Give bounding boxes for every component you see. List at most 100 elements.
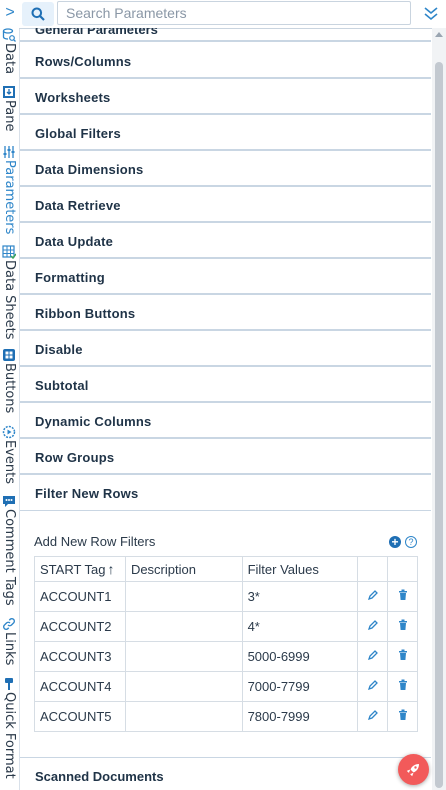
section-data-retrieve[interactable]: Data Retrieve: [20, 187, 431, 223]
cell-filter-values[interactable]: 7000-7799: [241, 671, 359, 702]
section-filter-new-rows[interactable]: Filter New Rows: [20, 475, 431, 511]
trash-icon: [398, 709, 407, 720]
section-label: Data Dimensions: [35, 162, 144, 177]
section-row-groups[interactable]: Row Groups: [20, 439, 431, 475]
trash-icon: [398, 679, 407, 690]
pane-icon: [2, 85, 16, 99]
add-new-row-filters-title: Add New Row Filters: [34, 534, 156, 549]
rail-item-data-sheets[interactable]: Data Sheets: [0, 245, 19, 341]
rail-item-label: Events: [2, 440, 17, 485]
section-label: Subtotal: [35, 378, 89, 393]
delete-row-button[interactable]: [387, 641, 418, 672]
section-label: Data Retrieve: [35, 198, 121, 213]
rail-item-data[interactable]: Data: [0, 28, 19, 76]
section-data-dimensions[interactable]: Data Dimensions: [20, 151, 431, 187]
rail-item-label: Comment Tags: [2, 509, 17, 606]
table-row[interactable]: ACCOUNT1 3*: [34, 581, 418, 612]
cell-description[interactable]: [124, 611, 243, 642]
cell-start-tag[interactable]: ACCOUNT5: [34, 701, 126, 732]
cell-filter-values[interactable]: 5000-6999: [241, 641, 359, 672]
section-global-filters[interactable]: Global Filters: [20, 115, 431, 151]
cell-filter-values[interactable]: 7800-7999: [241, 701, 359, 732]
trash-icon: [398, 589, 407, 600]
floating-rocket-button[interactable]: [398, 754, 429, 785]
delete-row-button[interactable]: [387, 671, 418, 702]
rail-item-label: Pane: [2, 100, 17, 132]
pencil-icon: [367, 680, 378, 691]
edit-row-button[interactable]: [357, 701, 389, 732]
section-disable[interactable]: Disable: [20, 331, 431, 367]
edit-row-button[interactable]: [357, 611, 389, 642]
rail-item-events[interactable]: Events: [0, 425, 19, 487]
delete-row-button[interactable]: [387, 611, 418, 642]
cell-description[interactable]: [124, 641, 243, 672]
rail-item-pane[interactable]: Pane: [0, 85, 19, 135]
rail-item-links[interactable]: Links: [0, 617, 19, 671]
section-ribbon-buttons[interactable]: Ribbon Buttons: [20, 295, 431, 331]
section-label: Worksheets: [35, 90, 111, 105]
collapse-all-button[interactable]: [420, 3, 442, 25]
column-header-start-tag[interactable]: START Tag ↑: [34, 556, 126, 582]
search-bar: [19, 0, 446, 29]
section-label: Disable: [35, 342, 83, 357]
section-dynamic-columns[interactable]: Dynamic Columns: [20, 403, 431, 439]
trash-icon: [398, 619, 407, 630]
comment-tags-icon: [2, 494, 16, 508]
edit-row-button[interactable]: [357, 641, 389, 672]
rail-item-quick-format[interactable]: Quick Format: [0, 677, 19, 787]
rail-item-label: Links: [2, 632, 17, 666]
side-rail: > Data Pane Parameters Data Sheets Butto…: [0, 0, 20, 790]
section-scanned-documents[interactable]: Scanned Documents: [20, 757, 431, 790]
cell-description[interactable]: [124, 581, 243, 612]
scrollbar-thumb[interactable]: [435, 62, 443, 788]
cell-filter-values[interactable]: 3*: [241, 581, 359, 612]
section-general-parameters[interactable]: General Parameters: [20, 28, 431, 42]
section-worksheets[interactable]: Worksheets: [20, 79, 431, 115]
cell-description[interactable]: [124, 671, 243, 702]
cell-start-tag[interactable]: ACCOUNT2: [34, 611, 126, 642]
table-row[interactable]: ACCOUNT5 7800-7999: [34, 701, 418, 732]
section-label: Filter New Rows: [35, 486, 139, 501]
section-label: Ribbon Buttons: [35, 306, 136, 321]
expand-rail-chevron-icon[interactable]: >: [3, 5, 17, 21]
section-subtotal[interactable]: Subtotal: [20, 367, 431, 403]
vertical-scrollbar[interactable]: [432, 28, 446, 790]
rail-item-buttons[interactable]: Buttons: [0, 348, 19, 418]
data-icon: [2, 28, 16, 42]
edit-row-button[interactable]: [357, 581, 389, 612]
cell-filter-values[interactable]: 4*: [241, 611, 359, 642]
column-header-description[interactable]: Description: [124, 556, 243, 582]
cell-start-tag[interactable]: ACCOUNT1: [34, 581, 126, 612]
edit-row-button[interactable]: [357, 671, 389, 702]
column-header-delete: [387, 556, 418, 582]
add-filter-plus-icon[interactable]: +: [389, 536, 401, 548]
section-rows-columns[interactable]: Rows/Columns: [20, 43, 431, 79]
rail-item-label: Buttons: [2, 363, 17, 414]
table-row[interactable]: ACCOUNT2 4*: [34, 611, 418, 642]
section-data-update[interactable]: Data Update: [20, 223, 431, 259]
section-formatting[interactable]: Formatting: [20, 259, 431, 295]
search-parameters-input[interactable]: [57, 1, 411, 25]
section-label: Rows/Columns: [35, 54, 132, 69]
table-row[interactable]: ACCOUNT4 7000-7799: [34, 671, 418, 702]
cell-start-tag[interactable]: ACCOUNT3: [34, 641, 126, 672]
row-filters-table: START Tag ↑ Description Filter Values ACC…: [34, 556, 418, 732]
help-icon[interactable]: ?: [405, 536, 417, 548]
data-sheets-icon: [2, 245, 17, 260]
parameters-icon: [2, 145, 16, 159]
cell-start-tag[interactable]: ACCOUNT4: [34, 671, 126, 702]
quick-format-icon: [2, 677, 16, 691]
scroll-up-arrow-icon[interactable]: [435, 32, 443, 37]
delete-row-button[interactable]: [387, 701, 418, 732]
rail-item-comment-tags[interactable]: Comment Tags: [0, 494, 19, 608]
delete-row-button[interactable]: [387, 581, 418, 612]
pencil-icon: [367, 710, 378, 721]
cell-description[interactable]: [124, 701, 243, 732]
search-button[interactable]: [22, 2, 54, 26]
column-header-filter-values[interactable]: Filter Values: [241, 556, 359, 582]
rail-item-parameters[interactable]: Parameters: [0, 145, 19, 237]
section-label: Global Filters: [35, 126, 121, 141]
rail-item-label: Data: [2, 43, 17, 75]
section-label: Dynamic Columns: [35, 414, 152, 429]
table-row[interactable]: ACCOUNT3 5000-6999: [34, 641, 418, 672]
